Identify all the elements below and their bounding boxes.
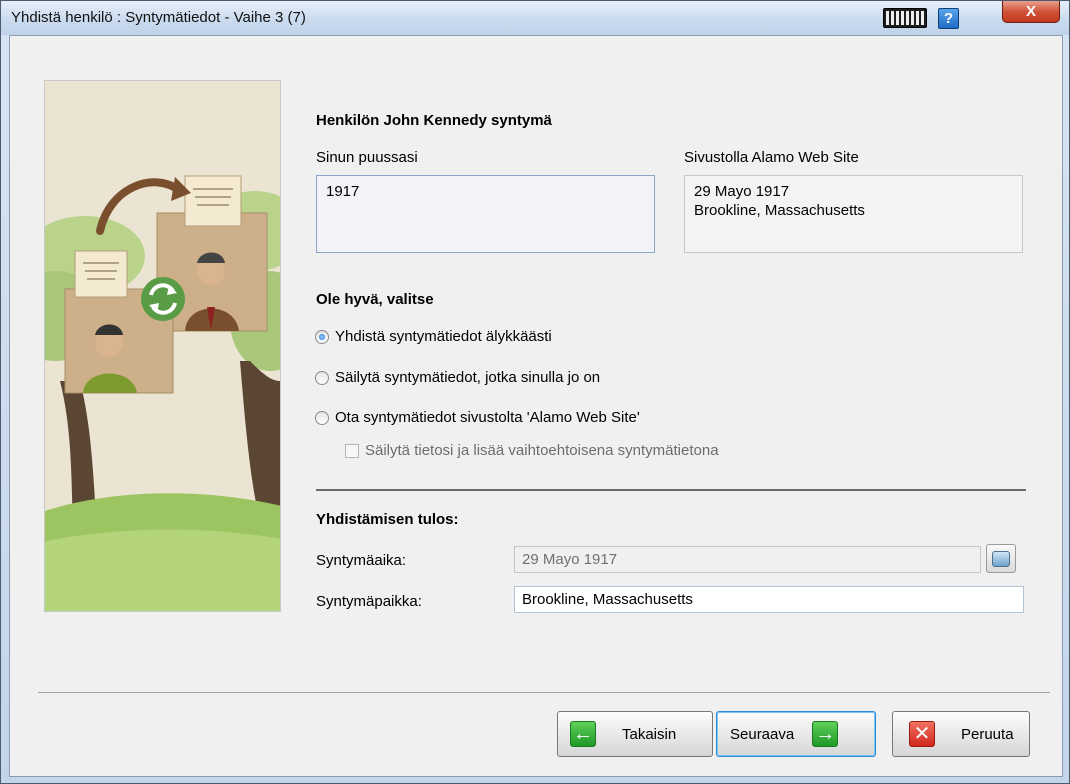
radio-label: Ota syntymätiedot sivustolta 'Alamo Web … [335,409,640,426]
keyboard-button[interactable] [881,5,929,31]
tree-label: Sinun puussasi [316,149,418,166]
arrow-left-icon: ← [570,721,596,747]
radio-take-from-site[interactable]: Ota syntymätiedot sivustolta 'Alamo Web … [315,409,640,426]
help-button[interactable]: ? [938,8,959,29]
radio-keep-existing[interactable]: Säilytä syntymätiedot, jotka sinulla jo … [315,369,600,386]
birth-place-field[interactable]: Brookline, Massachusetts [514,586,1024,613]
close-icon: X [1025,3,1036,20]
radio-label: Säilytä syntymätiedot, jotka sinulla jo … [335,369,601,386]
radio-button[interactable] [315,370,329,385]
back-button-label: Takaisin [622,725,677,743]
tree-value-box: 1917 [316,175,655,253]
choose-heading: Ole hyvä, valitse [316,291,434,308]
calendar-icon [992,550,1010,567]
result-heading: Yhdistämisen tulos: [316,511,459,528]
title-bar: Yhdistä henkilö : Syntymätiedot - Vaihe … [1,1,1069,35]
cancel-button-label: Peruuta [961,725,1014,743]
checkbox-label: Säilytä tietosi ja lisää vaihtoehtoisena… [365,442,719,459]
x-icon: ✕ [909,721,935,747]
section-heading: Henkilön John Kennedy syntymä [316,112,552,129]
radio-merge-smart[interactable]: Yhdistä syntymätiedot älykkäästi [315,328,552,345]
merge-illustration [44,80,281,612]
cancel-button[interactable]: ✕ Peruuta [892,711,1030,757]
back-button[interactable]: ← Takaisin [557,711,713,757]
site-label: Sivustolla Alamo Web Site [684,149,859,166]
radio-button[interactable] [315,410,329,425]
footer-divider [38,692,1050,693]
birth-date-label: Syntymäaika: [316,552,407,569]
close-button[interactable]: X [1002,1,1060,23]
keyboard-icon [883,8,927,28]
merge-illustration-image [45,81,280,611]
keep-alternative-checkbox-row[interactable]: Säilytä tietosi ja lisää vaihtoehtoisena… [345,442,719,459]
site-value-box: 29 Mayo 1917 Brookline, Massachusetts [684,175,1023,253]
arrow-right-icon: → [812,721,839,747]
birth-place-label: Syntymäpaikka: [316,593,422,610]
calendar-button[interactable] [986,544,1016,573]
radio-button-selected[interactable] [315,329,329,344]
help-icon: ? [943,10,954,27]
next-button-label: Seuraava [730,725,795,743]
next-button[interactable]: Seuraava → [716,711,876,757]
dialog-window: Yhdistä henkilö : Syntymätiedot - Vaihe … [0,0,1070,784]
section-divider [316,489,1026,491]
window-title: Yhdistä henkilö : Syntymätiedot - Vaihe … [11,9,306,26]
keep-alternative-checkbox[interactable] [345,443,359,458]
radio-label: Yhdistä syntymätiedot älykkäästi [335,328,552,345]
birth-date-field: 29 Mayo 1917 [514,546,981,573]
